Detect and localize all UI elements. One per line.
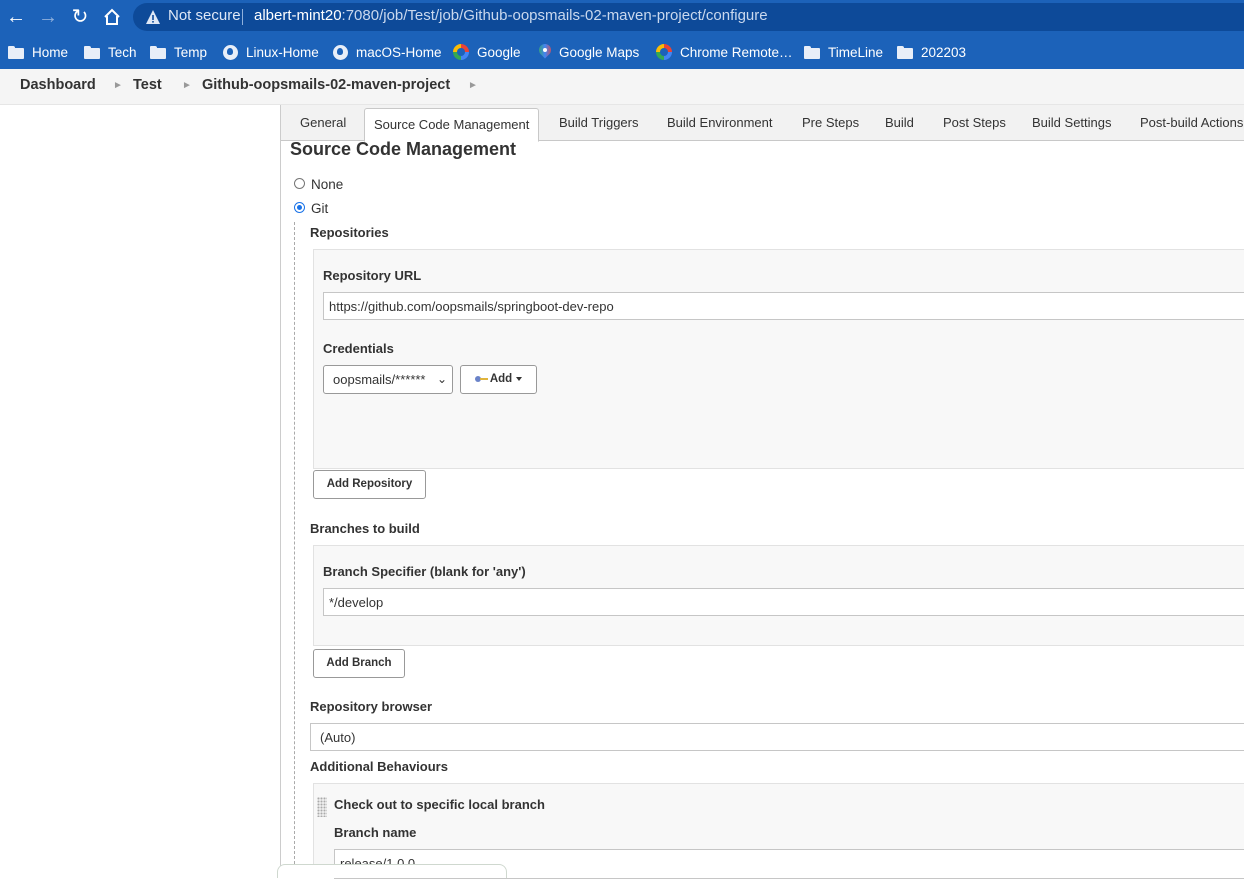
chevron-right-icon[interactable]: ► bbox=[468, 80, 478, 91]
add-credentials-label: Add bbox=[489, 373, 513, 385]
tab-source-code-management[interactable]: Source Code Management bbox=[364, 108, 540, 142]
radio-none-label[interactable]: None bbox=[311, 177, 343, 192]
bookmark-linux-home[interactable]: Linux-Home bbox=[223, 42, 319, 62]
url-host: albert-mint20 bbox=[254, 7, 342, 24]
home-icon[interactable] bbox=[100, 5, 124, 29]
radio-git[interactable] bbox=[294, 202, 305, 213]
tab-build-settings[interactable]: Build Settings bbox=[1032, 105, 1112, 141]
bottom-popup-edge bbox=[277, 864, 507, 878]
reload-icon[interactable]: ↻ bbox=[68, 5, 92, 29]
add-repository-button[interactable]: Add Repository bbox=[313, 470, 426, 499]
globe-icon bbox=[333, 44, 348, 60]
folder-icon bbox=[8, 45, 24, 59]
tab-post-steps[interactable]: Post Steps bbox=[943, 105, 1006, 141]
credentials-value: oopsmails/****** bbox=[333, 372, 426, 387]
caret-down-icon bbox=[516, 376, 523, 381]
repository-browser-label: Repository browser bbox=[310, 699, 433, 714]
back-icon[interactable]: ← bbox=[4, 5, 28, 29]
tab-general[interactable]: General bbox=[300, 105, 346, 141]
bookmark-temp[interactable]: Temp bbox=[150, 42, 207, 62]
breadcrumb-test[interactable]: Test bbox=[133, 77, 162, 93]
bookmark-label: Tech bbox=[108, 44, 137, 60]
branches-label: Branches to build bbox=[310, 521, 420, 536]
key-icon bbox=[474, 375, 488, 383]
bookmark-timeline[interactable]: TimeLine bbox=[804, 42, 883, 62]
bookmark-label: macOS-Home bbox=[356, 44, 442, 60]
credentials-label: Credentials bbox=[323, 341, 394, 356]
google-maps-icon bbox=[539, 44, 551, 60]
folder-icon bbox=[84, 45, 100, 59]
tab-build-triggers[interactable]: Build Triggers bbox=[559, 105, 638, 141]
bookmark-label: Home bbox=[32, 44, 69, 60]
google-icon bbox=[453, 44, 469, 60]
folder-icon bbox=[150, 45, 166, 59]
bookmark-label: TimeLine bbox=[828, 44, 884, 60]
folder-icon bbox=[804, 45, 820, 59]
breadcrumb-job[interactable]: Github-oopsmails-02-maven-project bbox=[202, 77, 450, 93]
repository-url-label: Repository URL bbox=[323, 268, 422, 283]
warning-icon bbox=[146, 10, 160, 24]
repository-browser-select[interactable]: (Auto) bbox=[310, 723, 1244, 751]
tab-build-environment[interactable]: Build Environment bbox=[667, 105, 773, 141]
git-options-guide bbox=[294, 222, 295, 874]
address-bar[interactable]: Not secure albert-mint20:7080/job/Test/j… bbox=[133, 3, 1244, 31]
bookmark-google[interactable]: Google bbox=[453, 42, 521, 62]
sidebar-divider bbox=[280, 105, 281, 874]
bookmark-label: Chrome Remote… bbox=[680, 44, 793, 60]
bookmark-label: Linux-Home bbox=[246, 44, 319, 60]
breadcrumb-dashboard[interactable]: Dashboard bbox=[20, 77, 96, 93]
branch-name-label: Branch name bbox=[334, 825, 417, 840]
bookmark-chrome-remote[interactable]: Chrome Remote… bbox=[656, 42, 793, 62]
bookmarks-bar: Home Tech Temp Linux-Home macOS-Home Goo… bbox=[0, 34, 1244, 69]
bookmark-tech[interactable]: Tech bbox=[84, 42, 137, 62]
bookmark-label: 202203 bbox=[921, 44, 967, 60]
chevron-right-icon: ► bbox=[113, 80, 123, 91]
add-branch-button[interactable]: Add Branch bbox=[313, 649, 405, 678]
branch-specifier-label: Branch Specifier (blank for 'any') bbox=[323, 564, 526, 579]
browser-toolbar: ← → ↻ Not secure albert-mint20:7080/job/… bbox=[0, 0, 1244, 34]
repositories-label: Repositories bbox=[310, 225, 389, 240]
radio-none[interactable] bbox=[294, 178, 305, 189]
google-icon bbox=[656, 44, 672, 60]
forward-icon[interactable]: → bbox=[36, 5, 60, 29]
branch-specifier-input[interactable]: */develop bbox=[323, 588, 1244, 616]
add-credentials-button[interactable]: Add bbox=[460, 365, 537, 394]
globe-icon bbox=[223, 44, 238, 60]
bookmark-google-maps[interactable]: Google Maps bbox=[539, 42, 639, 62]
credentials-select[interactable]: oopsmails/****** ⌄ bbox=[323, 365, 453, 394]
drag-handle-icon[interactable] bbox=[317, 797, 327, 817]
bookmark-202203[interactable]: 202203 bbox=[897, 42, 966, 62]
url-text[interactable]: albert-mint20:7080/job/Test/job/Github-o… bbox=[254, 7, 768, 24]
repository-url-input[interactable]: https://github.com/oopsmails/springboot-… bbox=[323, 292, 1244, 320]
bookmark-label: Google bbox=[477, 44, 521, 60]
bookmark-macos-home[interactable]: macOS-Home bbox=[333, 42, 442, 62]
radio-git-label[interactable]: Git bbox=[311, 201, 328, 216]
tab-build[interactable]: Build bbox=[885, 105, 914, 141]
security-label: Not secure bbox=[168, 7, 241, 24]
additional-behaviours-label: Additional Behaviours bbox=[310, 759, 448, 774]
folder-icon bbox=[897, 45, 913, 59]
bookmark-label: Temp bbox=[174, 44, 208, 60]
breadcrumb: Dashboard ► Test ► Github-oopsmails-02-m… bbox=[0, 69, 1244, 105]
repository-panel bbox=[313, 249, 1244, 469]
tab-pre-steps[interactable]: Pre Steps bbox=[802, 105, 859, 141]
address-separator bbox=[242, 9, 243, 25]
config-tabs: General Source Code Management Build Tri… bbox=[281, 105, 1244, 142]
tab-post-build-actions[interactable]: Post-build Actions bbox=[1140, 105, 1243, 141]
checkout-behaviour-title: Check out to specific local branch bbox=[334, 797, 545, 812]
section-title: Source Code Management bbox=[290, 139, 517, 159]
chevron-right-icon: ► bbox=[182, 80, 192, 91]
bookmark-label: Google Maps bbox=[559, 44, 640, 60]
chevron-down-icon: ⌄ bbox=[436, 372, 447, 386]
bookmark-home[interactable]: Home bbox=[8, 42, 68, 62]
url-path: :7080/job/Test/job/Github-oopsmails-02-m… bbox=[341, 7, 768, 24]
